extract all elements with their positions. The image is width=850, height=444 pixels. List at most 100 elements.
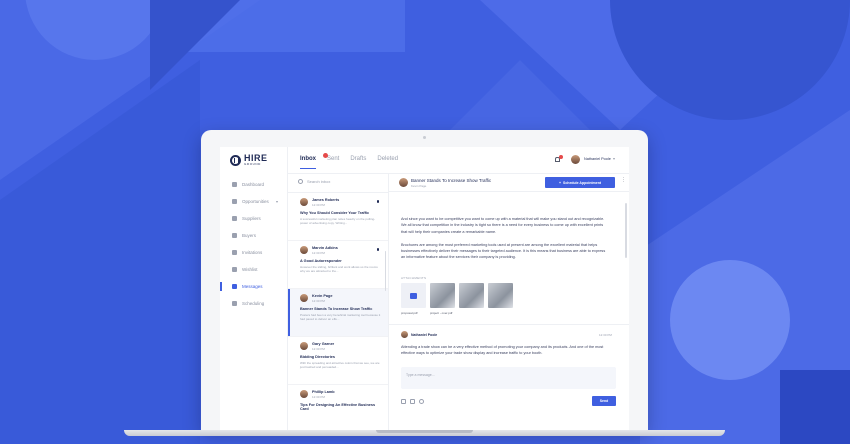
sidebar-item-label: Buyers	[242, 233, 257, 238]
avatar	[300, 198, 308, 206]
list-item-selected[interactable]: Kevin Page 12:30 PM Banner Stands To Incr…	[288, 289, 388, 337]
subject: A Good Autoresponder	[300, 259, 342, 263]
attachment-image[interactable]	[430, 283, 455, 308]
attach-icon[interactable]	[410, 399, 415, 404]
avatar	[300, 390, 308, 398]
sidebar-item-messages[interactable]: Messages	[220, 278, 288, 295]
timestamp: 12:30 PM	[312, 251, 325, 255]
scrollbar[interactable]	[384, 251, 386, 291]
list-item[interactable]: Marvin Adkins 12:30 PM A Good Autorespond…	[288, 241, 388, 289]
list-item[interactable]: Phillip Lamb 12:30 PM Tips For Designing …	[288, 385, 388, 430]
scrollbar[interactable]	[625, 203, 627, 258]
subject: Bidding Directories	[300, 355, 336, 359]
timestamp: 12:30 PM	[312, 347, 325, 351]
sender-name: Gary Garner	[312, 342, 335, 346]
sender-name: Kevin Page	[312, 294, 333, 298]
tab-drafts[interactable]: Drafts	[350, 156, 366, 170]
logo-text: HIRE	[244, 153, 268, 163]
avatar	[300, 294, 308, 302]
button-label: Schedule Appointment	[563, 180, 602, 185]
divider	[389, 324, 629, 325]
timestamp: 12:30 PM	[599, 333, 612, 337]
emoji-icon[interactable]	[419, 399, 424, 404]
unread-dot	[376, 248, 379, 251]
message-input[interactable]: Type a message...	[401, 367, 616, 389]
sidebar-item-buyers[interactable]: Buyers	[220, 227, 288, 244]
subject: Tips For Designing An Effective Business…	[300, 403, 376, 411]
buyers-icon	[232, 233, 237, 238]
logo-icon	[230, 154, 241, 166]
user-name[interactable]: Nathaniel Poole	[584, 157, 611, 161]
sender-name: Kevin Page	[411, 184, 427, 188]
dashboard-icon	[232, 182, 237, 187]
search-bar[interactable]: Search inbox	[298, 179, 330, 184]
sidebar-item-dashboard[interactable]: Dashboard	[220, 176, 288, 193]
preview: Posters had been a very beneficial marke…	[300, 313, 381, 321]
send-icon	[232, 250, 237, 255]
sidebar-item-label: Opportunities	[242, 199, 269, 204]
app-screen: HIRE GROUND Dashboard Opportunities ▾ Sup…	[220, 147, 629, 430]
logo[interactable]: HIRE GROUND	[230, 154, 268, 166]
avatar	[401, 331, 408, 338]
search-input[interactable]: Search inbox	[307, 179, 330, 184]
unread-dot	[376, 200, 379, 203]
tab-sent[interactable]: Sent	[327, 156, 339, 170]
list-item[interactable]: James Roberts 12:30 PM Why You Should Con…	[288, 193, 388, 241]
sidebar-item-label: Suppliers	[242, 216, 261, 221]
sidebar: HIRE GROUND Dashboard Opportunities ▾ Sup…	[220, 147, 288, 430]
avatar[interactable]	[571, 155, 580, 164]
sidebar-item-label: Scheduling	[242, 301, 265, 306]
calendar-icon	[232, 301, 237, 306]
sidebar-item-opportunities[interactable]: Opportunities ▾	[220, 193, 288, 210]
sidebar-item-wishlist[interactable]: Wishlist	[220, 261, 288, 278]
preview: However the sliding, brilliant and work …	[300, 265, 378, 273]
search-icon	[298, 179, 303, 184]
attachments-label: ATTACHMENTS	[401, 276, 427, 280]
schedule-appointment-button[interactable]: + Schedule Appointment	[545, 177, 615, 188]
avatar	[300, 246, 308, 254]
notification-badge	[559, 155, 563, 159]
sender-name: James Roberts	[312, 198, 340, 202]
suppliers-icon	[232, 216, 237, 221]
sender-name: Marvin Adkins	[312, 246, 338, 250]
message-list: Search inbox James Roberts 12:30 PM Why Y…	[288, 173, 389, 430]
subject: Banner Stands To Increase Show Traffic	[300, 307, 373, 311]
more-vertical-icon[interactable]: ⋮	[621, 178, 626, 183]
send-button[interactable]: Send	[592, 396, 616, 406]
sidebar-nav: Dashboard Opportunities ▾ Suppliers Buyer…	[220, 176, 288, 312]
sidebar-item-label: Wishlist	[242, 267, 258, 272]
inbox-unread-badge	[323, 153, 328, 158]
sidebar-item-label: Dashboard	[242, 182, 265, 187]
chat-icon	[232, 284, 237, 289]
chevron-down-icon[interactable]: ▾	[613, 156, 615, 161]
attachment-file[interactable]	[401, 283, 426, 308]
avatar	[399, 178, 408, 187]
reply-body: Attending a trade show can be a very eff…	[401, 345, 604, 356]
attachment-image[interactable]	[488, 283, 513, 308]
detail-header: Banner Stands To Increase Show Traffic K…	[389, 173, 629, 192]
attachment-name: project - over.pdf	[430, 311, 453, 315]
image-icon[interactable]	[401, 399, 406, 404]
preview: A successful marketing plan relies heavi…	[300, 217, 376, 225]
tab-deleted[interactable]: Deleted	[377, 156, 398, 170]
subject: Why You Should Consider Your Traffic	[300, 211, 370, 215]
plus-icon: +	[558, 180, 562, 185]
tab-inbox[interactable]: Inbox	[300, 156, 316, 170]
star-icon	[232, 267, 237, 272]
laptop-notch	[376, 430, 473, 433]
timestamp: 12:30 PM	[312, 395, 325, 399]
laptop-lid: HIRE GROUND Dashboard Opportunities ▾ Sup…	[201, 130, 648, 430]
attachment-image[interactable]	[459, 283, 484, 308]
list-item[interactable]: Gary Garner 12:30 PM Bidding Directories …	[288, 337, 388, 385]
laptop-mockup: HIRE GROUND Dashboard Opportunities ▾ Sup…	[124, 130, 725, 440]
sidebar-item-label: Messages	[242, 284, 263, 289]
body-paragraph: And since you want to be competitive you…	[401, 217, 605, 234]
camera-dot	[423, 136, 426, 139]
sidebar-item-invitations[interactable]: Invitations	[220, 244, 288, 261]
sidebar-item-scheduling[interactable]: Scheduling	[220, 295, 288, 312]
sidebar-item-label: Invitations	[242, 250, 263, 255]
timestamp: 12:30 PM	[312, 299, 325, 303]
message-body: And since you want to be competitive you…	[401, 216, 607, 268]
sidebar-item-suppliers[interactable]: Suppliers	[220, 210, 288, 227]
chevron-down-icon: ▾	[275, 199, 278, 204]
